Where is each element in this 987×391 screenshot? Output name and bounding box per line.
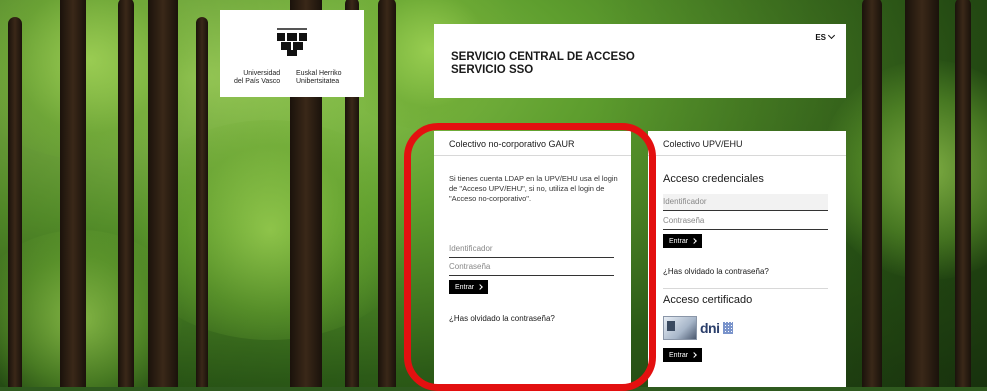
upv-login-panel: Colectivo UPV/EHU Acceso credenciales En… [648, 131, 846, 387]
chevron-right-icon [477, 284, 483, 290]
upv-panel-heading: Colectivo UPV/EHU [648, 131, 846, 156]
dni-chip-icon [722, 322, 733, 334]
gaur-submit-button[interactable]: Entrar [449, 280, 489, 294]
gaur-login-panel: Colectivo no-corporativo GAUR Si tienes … [434, 131, 631, 387]
chevron-down-icon [827, 31, 836, 40]
gaur-username-input[interactable] [449, 241, 614, 258]
id-card-icon[interactable] [663, 316, 697, 340]
gaur-description: Si tienes cuenta LDAP en la UPV/EHU usa … [449, 174, 618, 203]
gaur-forgot-password-link[interactable]: ¿Has olvidado la contraseña? [449, 314, 555, 323]
language-selector[interactable]: ES [815, 31, 836, 42]
university-logo[interactable]: Universidad del País Vasco Euskal Herrik… [220, 10, 364, 97]
upv-forgot-password-link[interactable]: ¿Has olvidado la contraseña? [663, 267, 769, 276]
upv-password-input[interactable] [663, 213, 828, 230]
gaur-password-input[interactable] [449, 259, 614, 276]
gaur-panel-heading: Colectivo no-corporativo GAUR [434, 131, 631, 156]
chevron-right-icon [691, 238, 697, 244]
logo-text-spanish: Universidad del País Vasco [234, 70, 281, 85]
chevron-right-icon [691, 352, 697, 358]
upv-username-input[interactable] [663, 194, 828, 211]
section-divider [663, 288, 828, 289]
credentials-section-title: Acceso credenciales [663, 173, 764, 185]
certificate-section-title: Acceso certificado [663, 294, 753, 306]
certificate-options[interactable]: dni [663, 316, 733, 340]
logo-text-basque: Euskal Herriko Unibertsitatea [296, 70, 342, 85]
upv-ehu-logo-icon [277, 28, 307, 56]
page-title: SERVICIO CENTRAL DE ACCESO SERVICIO SSO [451, 51, 635, 76]
dni-logo[interactable]: dni [700, 320, 720, 336]
upv-submit-button[interactable]: Entrar [663, 234, 703, 248]
page-header: SERVICIO CENTRAL DE ACCESO SERVICIO SSO … [434, 24, 846, 98]
certificate-submit-button[interactable]: Entrar [663, 348, 703, 362]
